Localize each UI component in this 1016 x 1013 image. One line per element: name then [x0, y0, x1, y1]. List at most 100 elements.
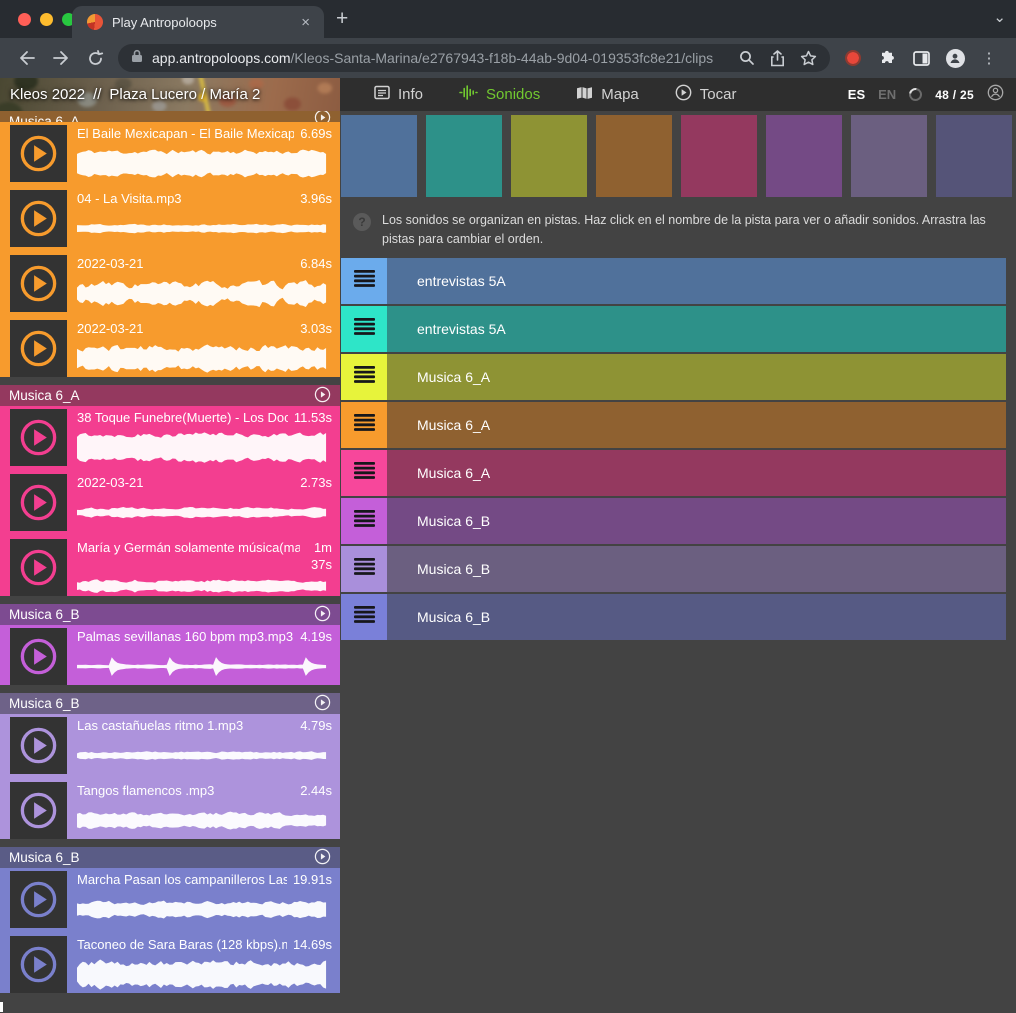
forward-button[interactable] — [44, 50, 78, 66]
clip-play-button[interactable] — [10, 190, 67, 247]
track-color-swatch[interactable] — [851, 115, 927, 197]
track-row[interactable]: Musica 6_B — [341, 594, 1006, 640]
track-row[interactable]: Musica 6_A — [341, 450, 1006, 496]
clip-play-button[interactable] — [10, 628, 67, 685]
clip-row[interactable]: Marcha Pasan los campanilleros Las Mejor… — [10, 871, 332, 928]
clip-row[interactable]: El Baile Mexicapan - El Baile Mexicapan.… — [10, 125, 332, 182]
browser-tab[interactable]: Play Antropoloops × — [72, 6, 324, 38]
clip-row[interactable]: Palmas sevillanas 160 bpm mp3.mp34.19s — [10, 628, 332, 685]
clip-row[interactable]: 38 Toque Funebre(Muerte) - Los Doce Par.… — [10, 409, 332, 466]
clip-play-button[interactable] — [10, 782, 67, 839]
clip-play-button[interactable] — [10, 125, 67, 182]
help-question-icon: ? — [353, 213, 371, 231]
track-body[interactable]: Musica 6_A — [387, 354, 1006, 400]
track-row[interactable]: entrevistas 5A — [341, 306, 1006, 352]
track-drag-handle[interactable] — [341, 354, 387, 400]
track-group-header[interactable]: Musica 6_A — [0, 385, 340, 406]
breadcrumb-project[interactable]: Kleos 2022 — [10, 86, 85, 103]
track-body[interactable]: entrevistas 5A — [387, 306, 1006, 352]
profile-avatar[interactable] — [938, 49, 972, 68]
track-drag-handle[interactable] — [341, 450, 387, 496]
clip-play-button[interactable] — [10, 320, 67, 377]
track-group-header[interactable]: Musica 6_B — [0, 693, 340, 714]
track-color-swatch[interactable] — [681, 115, 757, 197]
clip-duration: 2.73s — [300, 475, 332, 492]
nav-item-sonidos[interactable]: Sonidos — [459, 85, 540, 104]
nav-item-mapa[interactable]: Mapa — [576, 86, 639, 104]
group-play-icon[interactable] — [314, 694, 331, 714]
track-drag-handle[interactable] — [341, 594, 387, 640]
clip-row[interactable]: 2022-03-212.73s — [10, 474, 332, 531]
bookmark-star-icon[interactable] — [800, 50, 817, 66]
share-icon[interactable] — [770, 50, 785, 67]
clip-duration: 4.19s — [300, 629, 332, 646]
track-row[interactable]: Musica 6_A — [341, 402, 1006, 448]
clip-name: María y Germán solamente música(maría 2.… — [77, 540, 300, 557]
track-row[interactable]: Musica 6_A — [341, 354, 1006, 400]
clip-row[interactable]: Taconeo de Sara Baras (128 kbps).mp314.6… — [10, 936, 332, 993]
track-body[interactable]: Musica 6_B — [387, 498, 1006, 544]
clip-duration: 11.53s — [294, 410, 332, 427]
close-window-button[interactable] — [18, 13, 31, 26]
track-drag-handle[interactable] — [341, 498, 387, 544]
clip-row[interactable]: 2022-03-213.03s — [10, 320, 332, 377]
reload-button[interactable] — [78, 50, 112, 67]
track-group-header[interactable]: Musica 6_A — [0, 111, 340, 122]
clip-row[interactable]: Las castañuelas ritmo 1.mp34.79s — [10, 717, 332, 774]
clip-row[interactable]: 2022-03-216.84s — [10, 255, 332, 312]
track-group-header[interactable]: Musica 6_B — [0, 604, 340, 625]
track-color-swatch[interactable] — [766, 115, 842, 197]
clip-play-button[interactable] — [10, 717, 67, 774]
lang-en-button[interactable]: EN — [878, 87, 896, 102]
track-row[interactable]: Musica 6_B — [341, 546, 1006, 592]
clip-row[interactable]: 04 - La Visita.mp33.96s — [10, 190, 332, 247]
clip-row[interactable]: Tangos flamencos .mp32.44s — [10, 782, 332, 839]
record-extension-icon[interactable] — [836, 50, 870, 66]
clip-play-button[interactable] — [10, 255, 67, 312]
clip-play-button[interactable] — [10, 539, 67, 596]
track-drag-handle[interactable] — [341, 402, 387, 448]
track-group-header[interactable]: Musica 6_B — [0, 847, 340, 868]
minimize-window-button[interactable] — [40, 13, 53, 26]
track-drag-handle[interactable] — [341, 258, 387, 304]
back-button[interactable] — [10, 50, 44, 66]
track-drag-handle[interactable] — [341, 546, 387, 592]
track-body[interactable]: Musica 6_B — [387, 594, 1006, 640]
tab-close-icon[interactable]: × — [297, 13, 314, 32]
new-tab-button[interactable]: + — [336, 7, 348, 31]
address-bar[interactable]: app.antropoloops.com/Kleos-Santa-Marina/… — [118, 44, 830, 72]
clip-row[interactable]: María y Germán solamente música(maría 2.… — [10, 539, 332, 596]
clip-play-button[interactable] — [10, 474, 67, 531]
browser-menu-kebab-icon[interactable]: ⋮ — [972, 49, 1006, 67]
track-row[interactable]: entrevistas 5A — [341, 258, 1006, 304]
lang-es-button[interactable]: ES — [848, 87, 865, 102]
track-color-swatch[interactable] — [511, 115, 587, 197]
tab-search-chevron-icon[interactable]: ⌄ — [993, 8, 1006, 26]
nav-item-tocar[interactable]: Tocar — [675, 84, 737, 105]
clip-play-button[interactable] — [10, 936, 67, 993]
clip-play-button[interactable] — [10, 871, 67, 928]
nav-item-info[interactable]: Info — [374, 85, 423, 104]
track-body[interactable]: Musica 6_A — [387, 450, 1006, 496]
track-row[interactable]: Musica 6_B — [341, 498, 1006, 544]
track-color-swatch[interactable] — [426, 115, 502, 197]
track-color-swatch[interactable] — [936, 115, 1012, 197]
zoom-page-icon[interactable] — [739, 50, 755, 66]
track-body[interactable]: entrevistas 5A — [387, 258, 1006, 304]
group-play-icon[interactable] — [314, 386, 331, 406]
track-color-swatch[interactable] — [596, 115, 672, 197]
track-drag-handle[interactable] — [341, 306, 387, 352]
extensions-puzzle-icon[interactable] — [870, 50, 904, 67]
account-icon[interactable] — [987, 84, 1004, 106]
clip-play-button[interactable] — [10, 409, 67, 466]
group-play-icon[interactable] — [314, 605, 331, 625]
track-body[interactable]: Musica 6_A — [387, 402, 1006, 448]
track-body[interactable]: Musica 6_B — [387, 546, 1006, 592]
breadcrumb[interactable]: Kleos 2022//Plaza Lucero / María 2 — [0, 78, 340, 111]
group-play-icon[interactable] — [314, 111, 331, 122]
sidebar-scrollbar[interactable] — [0, 1002, 3, 1012]
side-panel-icon[interactable] — [904, 51, 938, 66]
track-color-swatch[interactable] — [341, 115, 417, 197]
group-play-icon[interactable] — [314, 848, 331, 868]
breadcrumb-path[interactable]: Plaza Lucero / María 2 — [109, 86, 260, 103]
